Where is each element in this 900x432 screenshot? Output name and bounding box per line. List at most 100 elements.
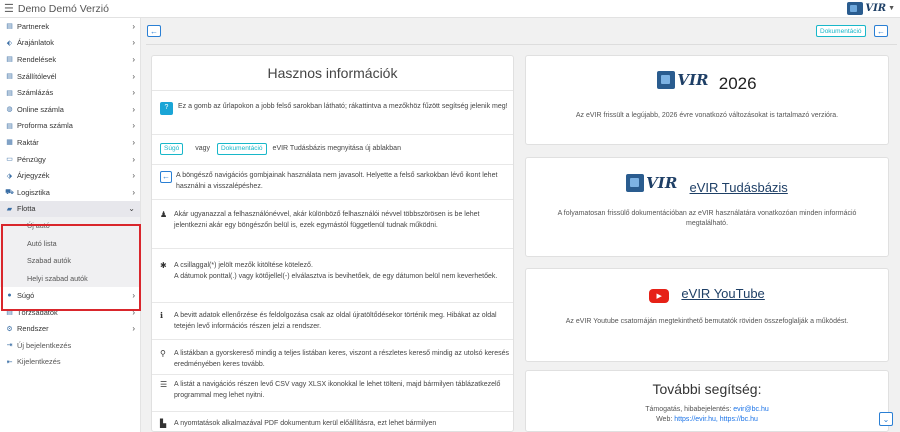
- sidebar-item-online-szamla[interactable]: ◍ Online számla ›: [0, 101, 140, 118]
- support-email-link[interactable]: evir@bc.hu: [733, 406, 769, 413]
- chevron-down-icon: ▼: [888, 5, 895, 12]
- pdf-icon: ▙: [160, 419, 167, 428]
- youtube-link[interactable]: eVIR YouTube: [681, 286, 764, 301]
- sidebar-item-raktar[interactable]: ▦ Raktár ›: [0, 134, 140, 151]
- year-title: 2026: [718, 74, 757, 93]
- sidebar-item-label: Proforma számla: [17, 121, 73, 131]
- web-links[interactable]: https://evir.hu, https://bc.hu: [674, 416, 758, 423]
- chevron-right-icon: ›: [132, 290, 135, 300]
- sidebar-sub-auto-lista[interactable]: Autó lista: [0, 234, 140, 253]
- sidebar-item-label: Logisztika: [17, 187, 50, 197]
- back-button[interactable]: ←: [147, 25, 161, 37]
- kb-desc: A folyamatosan frissülő dokumentációban …: [557, 210, 857, 227]
- back-icon: ←: [160, 171, 172, 183]
- sidebar-item-proforma-szamla[interactable]: ▤ Proforma számla ›: [0, 118, 140, 135]
- sidebar-item-sugo[interactable]: ● Súgó ›: [0, 287, 140, 304]
- sidebar: ▤ Partnerek › ⬖ Árajánlatok › ▤ Rendelések › ▤ Szá…: [0, 18, 141, 432]
- app-title: Demo Demó Verzió: [17, 2, 109, 15]
- chevron-right-icon: ›: [132, 187, 135, 197]
- database-icon: ▤: [6, 309, 13, 317]
- divider: [152, 339, 513, 340]
- list-icon: ☰: [160, 380, 168, 389]
- back-button-right[interactable]: ←: [874, 25, 888, 37]
- login-icon: ⇥: [6, 342, 13, 350]
- year-card: VIR 2026 Az eVIR frissült a legújabb, 20…: [525, 55, 889, 145]
- sidebar-item-label: Rendszer: [17, 324, 49, 334]
- sidebar-item-label: Számlázás: [17, 88, 54, 98]
- document-icon: ▤: [6, 56, 13, 64]
- divider: [152, 248, 513, 249]
- logo-text: VIR: [865, 3, 887, 14]
- evir-logo-icon: [847, 2, 864, 15]
- logout-icon: ⇤: [6, 358, 13, 366]
- sidebar-item-rendszer[interactable]: ⚙ Rendszer ›: [0, 320, 140, 337]
- help-icon: ●: [7, 291, 12, 299]
- user-menu[interactable]: VIR ▼: [847, 2, 895, 15]
- documentation-button[interactable]: Dokumentáció: [816, 25, 866, 37]
- evir-logo-icon: VIR: [626, 174, 677, 192]
- tags-icon: ⬖: [6, 39, 13, 47]
- sidebar-item-rendelesek[interactable]: ▤ Rendelések ›: [0, 51, 140, 68]
- documentation-button-inline[interactable]: Dokumentáció: [216, 143, 267, 155]
- info-pdf-row: ▙ A nyomtatások alkalmazával PDF dokumen…: [160, 419, 437, 428]
- info-icon: ℹ: [160, 311, 164, 320]
- document-icon: ▤: [6, 23, 13, 31]
- divider: [152, 411, 513, 412]
- sugo-button[interactable]: Súgó: [160, 143, 184, 155]
- divider: [152, 374, 513, 375]
- chevron-right-icon: ›: [132, 88, 135, 98]
- sidebar-item-label: Online számla: [17, 104, 64, 114]
- divider: [152, 199, 513, 200]
- sidebar-item-szallitolevel[interactable]: ▤ Szállítólevél ›: [0, 68, 140, 85]
- scroll-down-button[interactable]: ⌄: [879, 412, 893, 426]
- chevron-right-icon: ›: [132, 324, 135, 334]
- youtube-icon: ▶: [649, 289, 670, 303]
- chevron-right-icon: ›: [132, 104, 135, 114]
- globe-icon: ◍: [6, 106, 13, 114]
- sidebar-item-label: Pénzügy: [17, 154, 46, 164]
- chevron-right-icon: ›: [132, 121, 135, 131]
- sidebar-item-partnerek[interactable]: ▤ Partnerek ›: [0, 18, 140, 35]
- divider: [152, 134, 513, 135]
- sidebar-item-label: Raktár: [17, 137, 39, 147]
- chevron-down-icon: ⌄: [128, 204, 135, 214]
- sidebar-item-uj-bejelentkezes[interactable]: ⇥ Új bejelentkezés: [0, 337, 140, 354]
- evir-logo-icon: VIR: [657, 71, 709, 89]
- sidebar-item-label: Rendelések: [17, 54, 57, 64]
- document-icon: ▤: [6, 89, 13, 97]
- sidebar-item-kijelentkezes[interactable]: ⇤ Kijelentkezés: [0, 354, 140, 371]
- chevron-right-icon: ›: [132, 307, 135, 317]
- asterisk-icon: ✱: [160, 261, 167, 270]
- sidebar-item-arajanlatok[interactable]: ⬖ Árajánlatok ›: [0, 35, 140, 52]
- chevron-right-icon: ›: [132, 71, 135, 81]
- year-desc: Az eVIR frissült a legújabb, 2026 évre v…: [575, 112, 839, 119]
- menu-icon[interactable]: ☰: [4, 2, 14, 15]
- user-icon: ♟: [160, 210, 168, 219]
- document-icon: ▤: [6, 122, 13, 130]
- search-icon: ⚲: [160, 349, 166, 358]
- sidebar-sub-szabad-autok[interactable]: Szabad autók: [0, 252, 140, 270]
- sidebar-item-flotta[interactable]: ▰ Flotta ⌄: [0, 200, 140, 218]
- support-line: Támogatás, hibabejelentés: evir@bc.hu: [645, 406, 769, 413]
- warehouse-icon: ▦: [6, 139, 13, 147]
- divider: [152, 302, 513, 303]
- sidebar-sub-uj-auto[interactable]: Új autó: [0, 217, 140, 235]
- info-search-row: ⚲ A listákban a gyorskereső mindig a tel…: [160, 349, 510, 370]
- info-nav-row: ← A böngésző navigációs gombjainak haszn…: [160, 171, 498, 190]
- chevron-right-icon: ›: [132, 154, 135, 164]
- web-line: Web: https://evir.hu, https://bc.hu: [656, 416, 758, 423]
- sidebar-sub-helyi-szabad-autok[interactable]: Helyi szabad autók: [0, 269, 140, 288]
- info-csv-row: ☰ A listát a navigációs részen levő CSV …: [160, 380, 510, 401]
- info-card: Hasznos információk ? Ez a gomb az űrlap…: [151, 55, 514, 432]
- sidebar-item-label: Törzsadatok: [17, 307, 58, 317]
- sidebar-item-penzugy[interactable]: ▭ Pénzügy ›: [0, 151, 140, 168]
- kb-link[interactable]: eVIR Tudásbázis: [690, 180, 788, 195]
- sidebar-item-arjegyzek[interactable]: ⬗ Árjegyzék ›: [0, 167, 140, 184]
- sidebar-item-torzsadatok[interactable]: ▤ Törzsadatok ›: [0, 304, 140, 321]
- sidebar-item-szamlazas[interactable]: ▤ Számlázás ›: [0, 84, 140, 101]
- sidebar-item-label: Súgó: [17, 290, 35, 300]
- info-data-row: ℹ A bevitt adatok ellenőrzése és feldolg…: [160, 311, 510, 332]
- gears-icon: ⚙: [6, 325, 13, 333]
- chevron-right-icon: ›: [132, 171, 135, 181]
- sidebar-item-logisztika[interactable]: ⛟ Logisztika ›: [0, 184, 140, 201]
